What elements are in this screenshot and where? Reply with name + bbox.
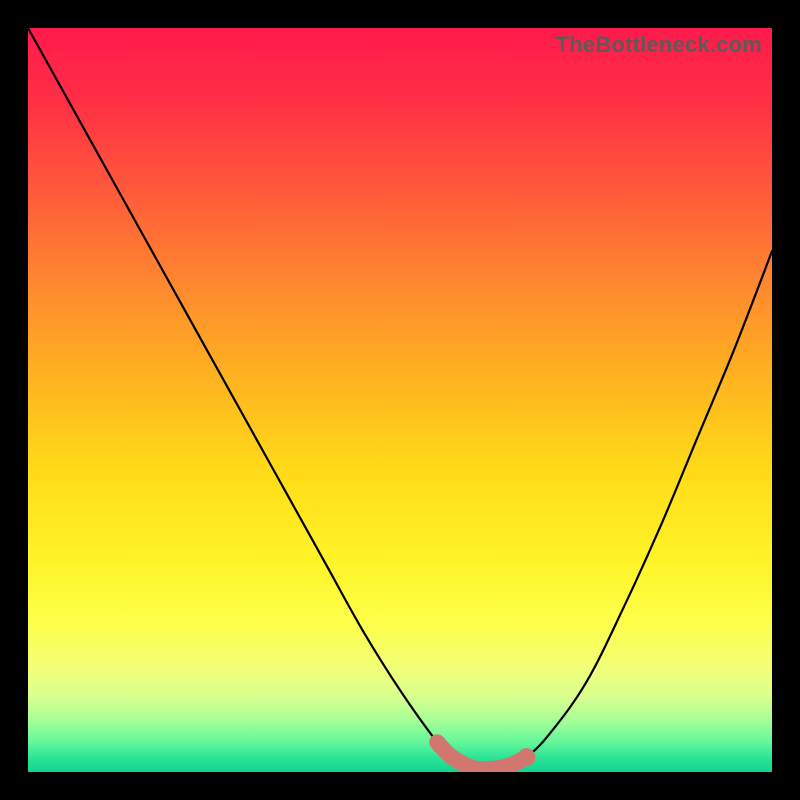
bottleneck-curve <box>28 28 772 772</box>
plot-area: TheBottleneck.com <box>28 28 772 772</box>
watermark-text: TheBottleneck.com <box>556 32 762 58</box>
chart-frame: TheBottleneck.com <box>0 0 800 800</box>
